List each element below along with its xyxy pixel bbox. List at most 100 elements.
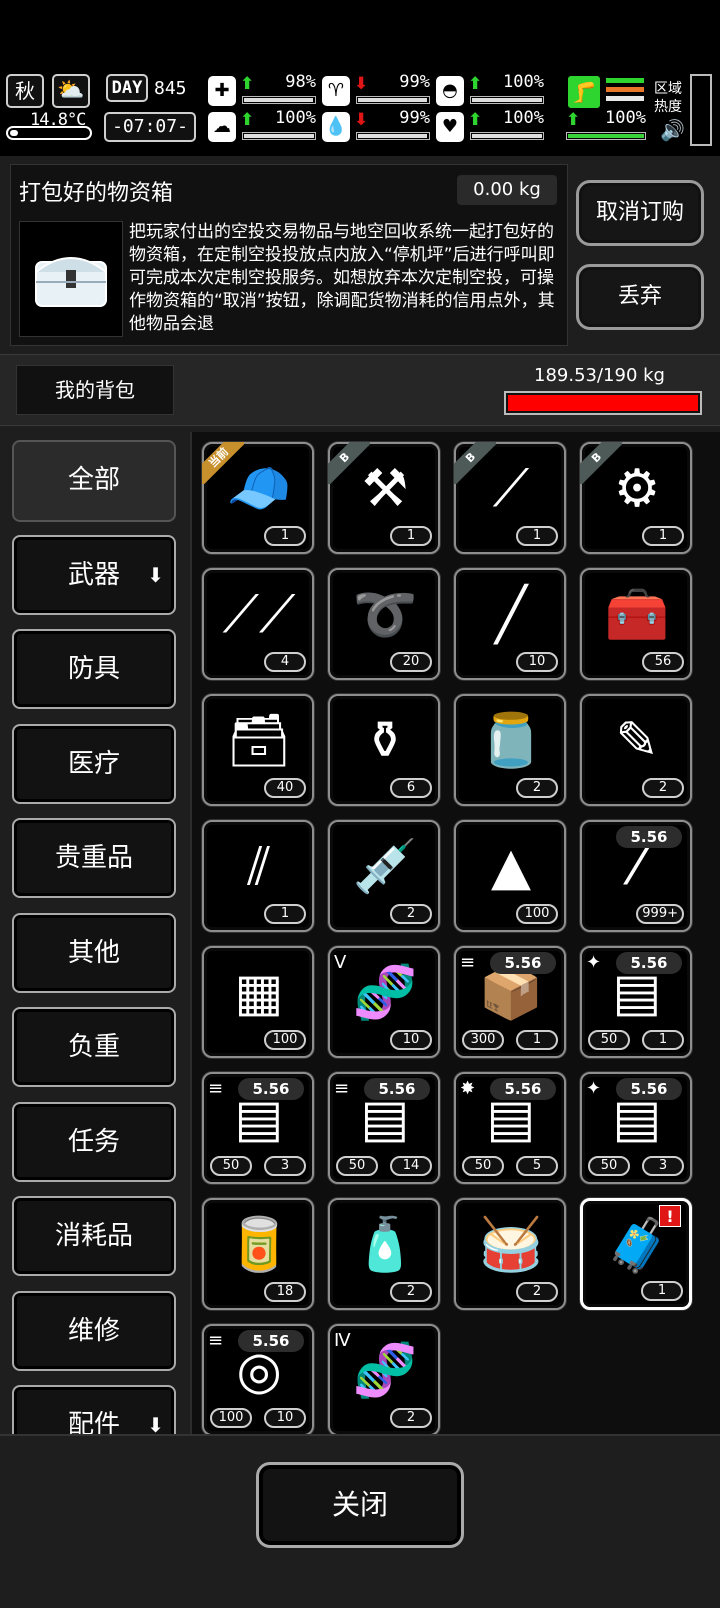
day-number: 845	[154, 78, 187, 99]
slot-count: 1	[516, 1030, 558, 1050]
tweezers-icon: ⟋⟋	[222, 585, 296, 645]
inventory-slot[interactable]: ⚱ 6	[328, 694, 440, 806]
inventory-slot[interactable]: ⟋⟋ 4	[202, 568, 314, 680]
category-tab-7[interactable]: 任务	[12, 1101, 176, 1182]
arrow-down-icon: ⬇	[147, 562, 164, 587]
category-tab-2[interactable]: 防具	[12, 629, 176, 709]
slot-count: 2	[390, 1408, 432, 1428]
inventory-slot[interactable]: 🫙 2	[454, 694, 566, 806]
caliber-label: 5.56	[616, 1078, 682, 1100]
inventory-slot[interactable]: 🗃 40	[202, 694, 314, 806]
slot-badge: ✦	[586, 1078, 602, 1099]
slot-count: 10	[390, 1030, 432, 1050]
slot-count: 2	[516, 1282, 558, 1302]
slot-count: 1	[641, 1281, 683, 1301]
clock: -07:07-	[104, 112, 196, 142]
toolbox-icon: 🗃	[225, 711, 292, 771]
inventory-slot[interactable]: ▤ ≡ 5.56 50 14	[328, 1072, 440, 1184]
category-label: 负重	[67, 1032, 120, 1062]
category-tab-4[interactable]: 贵重品	[12, 818, 176, 898]
inventory-slot[interactable]: ▤ ✸ 5.56 50 5	[454, 1072, 566, 1184]
discard-button[interactable]: 丢弃	[576, 264, 704, 330]
dna-vial-iv-icon: 🧬	[352, 1341, 418, 1401]
inventory-slot[interactable]: 🧬 Ⅳ 2	[328, 1324, 440, 1436]
inventory-slot[interactable]: ➰ 20	[328, 568, 440, 680]
stat-bar	[242, 96, 316, 104]
stat-bar	[356, 96, 430, 104]
category-tab-0[interactable]: 全部	[12, 440, 176, 522]
inventory-slot[interactable]: ▤ ≡ 5.56 50 3	[202, 1072, 314, 1184]
arrow-up-icon: ⬆	[240, 110, 255, 130]
category-tab-1[interactable]: 武器 ⬇	[12, 534, 176, 615]
inventory-slot[interactable]: 🧳! 1	[580, 1198, 692, 1310]
inventory-slot[interactable]: ⁄ 5.56 999+	[580, 820, 692, 932]
caliber-label: 5.56	[616, 826, 682, 848]
inventory-slot[interactable]: 🧴 2	[328, 1198, 440, 1310]
inventory-slot[interactable]: ▦ 100	[202, 946, 314, 1058]
category-label: 任务	[67, 1126, 120, 1157]
category-tab-5[interactable]: 其他	[12, 912, 176, 993]
day-label: DAY	[106, 74, 148, 102]
item-description: 把玩家付出的空投交易物品与地空回收系统一起打包好的物资箱，在定制空投投放点内放入…	[129, 222, 555, 334]
category-tab-3[interactable]: 医疗	[12, 723, 176, 804]
slot-secondary-count: 300	[462, 1030, 504, 1050]
pill-icon: ◓	[436, 76, 464, 106]
inventory-panel: 打包好的物资箱 0.00 kg 把玩家付出的空投交易物品与地空回收系统一起打包好…	[0, 156, 720, 1608]
rope-icon: ➰	[352, 585, 418, 645]
inventory-slot[interactable]: ▤ ✦ 5.56 50 3	[580, 1072, 692, 1184]
inventory-slot[interactable]: 💉 2	[328, 820, 440, 932]
inventory-slot[interactable]: 🧰 56	[580, 568, 692, 680]
caliber-label: 5.56	[490, 952, 556, 974]
season-badge: 秋	[6, 74, 44, 108]
category-tab-6[interactable]: 负重	[12, 1007, 176, 1087]
water-drop-stat: 💧 ⬇ 99%	[322, 108, 430, 144]
stamina-indicator-bar	[606, 78, 644, 83]
inventory-slot[interactable]: ⟋ B 1	[454, 442, 566, 554]
slot-count: 2	[516, 778, 558, 798]
slot-count: 1	[390, 526, 432, 546]
heart-icon: ♥	[436, 112, 464, 142]
drum-icon: 🥁	[478, 1215, 544, 1275]
inventory-slot[interactable]: ✎ 2	[580, 694, 692, 806]
close-button[interactable]: 关闭	[256, 1462, 464, 1548]
inventory-slot[interactable]: ◎ ≡ 5.56 100 10	[202, 1324, 314, 1436]
inventory-slot[interactable]: 🥁 2	[454, 1198, 566, 1310]
syringe-icon: 💉	[352, 837, 418, 897]
heart-stat: ♥ ⬆ 100%	[436, 108, 544, 144]
status-hud: 秋 ⛅ 14.8°C DAY 845 -07:07- ✚ ⬆ 98% ♈ ⬇ 99% ◓ ⬆ 1…	[0, 68, 720, 152]
speaker-icon[interactable]: 🔊	[660, 118, 685, 142]
arrow-up-icon: ⬆	[240, 74, 255, 94]
inventory-slot[interactable]: 🧢 当前 1	[202, 442, 314, 554]
inventory-slot[interactable]: ⚙ B 1	[580, 442, 692, 554]
leg-icon: 🦵	[568, 76, 600, 108]
supply-chest-icon	[19, 221, 123, 337]
item-grid[interactable]: 🧢 当前 1 ⚒ B 1 ⟋ B 1 ⚙ B 1 ⟋⟋ 4 ➰ 20 ╱ 10 🧰 56 🗃 40 ⚱ 6 🫙 2 ✎ 2 ⫽ 1 💉 2 ▲ 1…	[190, 432, 720, 1446]
slot-badge: ≡	[208, 1078, 224, 1099]
category-tab-9[interactable]: 维修	[12, 1290, 176, 1371]
stat-bar	[242, 132, 316, 140]
slot-count: 100	[264, 1030, 306, 1050]
partly-cloudy-icon: ⛅	[52, 74, 90, 108]
stat-value: 100%	[503, 72, 544, 92]
backpack-header: 我的背包 189.53/190 kg	[0, 354, 720, 426]
slot-secondary-count: 100	[210, 1408, 252, 1428]
inventory-slot[interactable]: ▲ 100	[454, 820, 566, 932]
inventory-slot[interactable]: 🧬 Ⅴ 10	[328, 946, 440, 1058]
category-tab-8[interactable]: 消耗品	[12, 1196, 176, 1276]
cancel-order-button[interactable]: 取消订购	[576, 180, 704, 246]
inventory-slot[interactable]: ▤ ✦ 5.56 50 1	[580, 946, 692, 1058]
zone-heat-meter	[690, 74, 712, 146]
slot-badge: Ⅳ	[334, 1330, 351, 1351]
inventory-slot[interactable]: 🥫 18	[202, 1198, 314, 1310]
category-list[interactable]: 全部 武器 ⬇ 防具 医疗 贵重品 其他 负重 任务 消耗品 维修 配件 ⬇	[0, 432, 186, 1446]
bottles-icon: ⚱	[363, 711, 407, 771]
inventory-slot[interactable]: ╱ 10	[454, 568, 566, 680]
slot-count: 4	[264, 652, 306, 672]
inventory-slot[interactable]: ⚒ B 1	[328, 442, 440, 554]
item-title: 打包好的物资箱	[19, 181, 174, 206]
slot-badge: ✸	[460, 1078, 476, 1099]
inventory-slot[interactable]: 📦 ≡ 5.56 300 1	[454, 946, 566, 1058]
inventory-slot[interactable]: ⫽ 1	[202, 820, 314, 932]
brain-stat: ☁ ⬆ 100%	[208, 108, 316, 144]
caliber-label: 5.56	[364, 1078, 430, 1100]
